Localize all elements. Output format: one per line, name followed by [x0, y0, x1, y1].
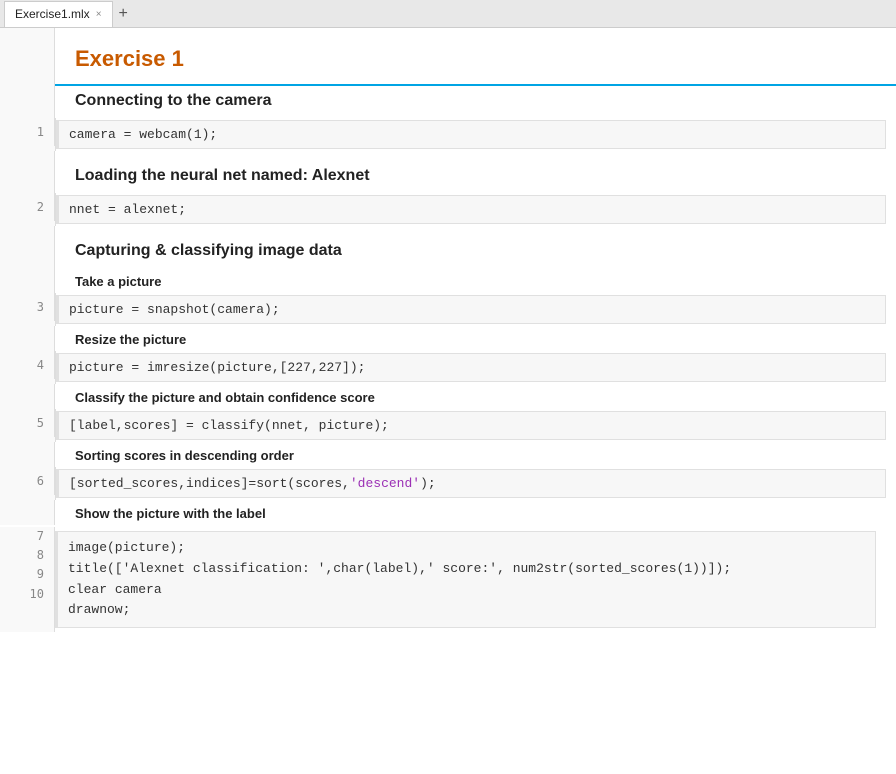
- code-line-10: drawnow;: [68, 600, 865, 621]
- code-row-2: 2 nnet = alexnet;: [0, 193, 896, 226]
- main-content: Exercise 1 Connecting to the camera 1 ca…: [0, 28, 896, 774]
- tab-label: Exercise1.mlx: [15, 7, 90, 21]
- code-row-6: 6 [sorted_scores,indices]=sort(scores,'d…: [0, 467, 896, 500]
- section-camera: Connecting to the camera: [0, 88, 896, 118]
- code-row-5: 5 [label,scores] = classify(nnet, pictur…: [0, 409, 896, 442]
- line-number-1: 1: [0, 118, 55, 146]
- code-row-3: 3 picture = snapshot(camera);: [0, 293, 896, 326]
- sub-heading-classify: Classify the picture and obtain confiden…: [55, 384, 896, 409]
- subheading-take-picture: Take a picture: [0, 268, 896, 293]
- code-row-7-10: 7 8 9 10 image(picture); title(['Alexnet…: [0, 525, 896, 634]
- section-heading-camera: Connecting to the camera: [55, 88, 896, 118]
- tab-exercise1[interactable]: Exercise1.mlx ×: [4, 1, 113, 27]
- sub-heading-show: Show the picture with the label: [55, 500, 896, 525]
- code-line-9: clear camera: [68, 580, 865, 601]
- subheading-resize: Resize the picture: [0, 326, 896, 351]
- tab-add-button[interactable]: +: [113, 5, 134, 23]
- line-num-9: 9: [0, 565, 44, 584]
- tab-bar: Exercise1.mlx × +: [0, 0, 896, 28]
- subheading-classify: Classify the picture and obtain confiden…: [0, 384, 896, 409]
- spacer-2: [0, 226, 896, 238]
- code-line-8: title(['Alexnet classification: ',char(l…: [68, 559, 865, 580]
- code-row-1: 1 camera = webcam(1);: [0, 118, 896, 151]
- code-row-4: 4 picture = imresize(picture,[227,227]);: [0, 351, 896, 384]
- page-title: Exercise 1: [55, 28, 896, 86]
- line-numbers-7-10: 7 8 9 10: [0, 527, 55, 632]
- code-str-8a: 'Alexnet classification: ': [123, 561, 326, 576]
- section-classify: Capturing & classifying image data: [0, 238, 896, 268]
- line-number-4: 4: [0, 351, 55, 379]
- line-number-2: 2: [0, 193, 55, 221]
- title-row: Exercise 1: [0, 28, 896, 88]
- subheading-sorting: Sorting scores in descending order: [0, 442, 896, 467]
- line-num-10: 10: [0, 585, 44, 604]
- section-heading-alexnet: Loading the neural net named: Alexnet: [55, 163, 896, 193]
- code-cell-6[interactable]: [sorted_scores,indices]=sort(scores,'des…: [56, 469, 886, 498]
- section-heading-classify: Capturing & classifying image data: [55, 238, 896, 268]
- subheading-show: Show the picture with the label: [0, 500, 896, 525]
- code-text-6a: [sorted_scores,indices]=sort(scores,: [69, 476, 350, 491]
- line-num-8: 8: [0, 546, 44, 565]
- section-alexnet: Loading the neural net named: Alexnet: [0, 163, 896, 193]
- code-cell-7-10[interactable]: image(picture); title(['Alexnet classifi…: [55, 531, 876, 628]
- line-number-6: 6: [0, 467, 55, 495]
- code-cell-2[interactable]: nnet = alexnet;: [56, 195, 886, 224]
- bottom-spacer: [0, 634, 896, 664]
- tab-close-icon[interactable]: ×: [96, 9, 102, 20]
- code-text-6b: );: [420, 476, 436, 491]
- spacer-1: [0, 151, 896, 163]
- code-str-8b: ' score:': [427, 561, 497, 576]
- code-line-7: image(picture);: [68, 538, 865, 559]
- code-cell-5[interactable]: [label,scores] = classify(nnet, picture)…: [56, 411, 886, 440]
- code-str-6: 'descend': [350, 476, 420, 491]
- sub-heading-sorting: Sorting scores in descending order: [55, 442, 896, 467]
- line-number-5: 5: [0, 409, 55, 437]
- code-cell-3[interactable]: picture = snapshot(camera);: [56, 295, 886, 324]
- line-number-3: 3: [0, 293, 55, 321]
- code-cell-4[interactable]: picture = imresize(picture,[227,227]);: [56, 353, 886, 382]
- sub-heading-take-picture: Take a picture: [55, 268, 896, 293]
- code-cell-1[interactable]: camera = webcam(1);: [56, 120, 886, 149]
- line-num-7: 7: [0, 527, 44, 546]
- sub-heading-resize: Resize the picture: [55, 326, 896, 351]
- code-str-9: camera: [115, 582, 162, 597]
